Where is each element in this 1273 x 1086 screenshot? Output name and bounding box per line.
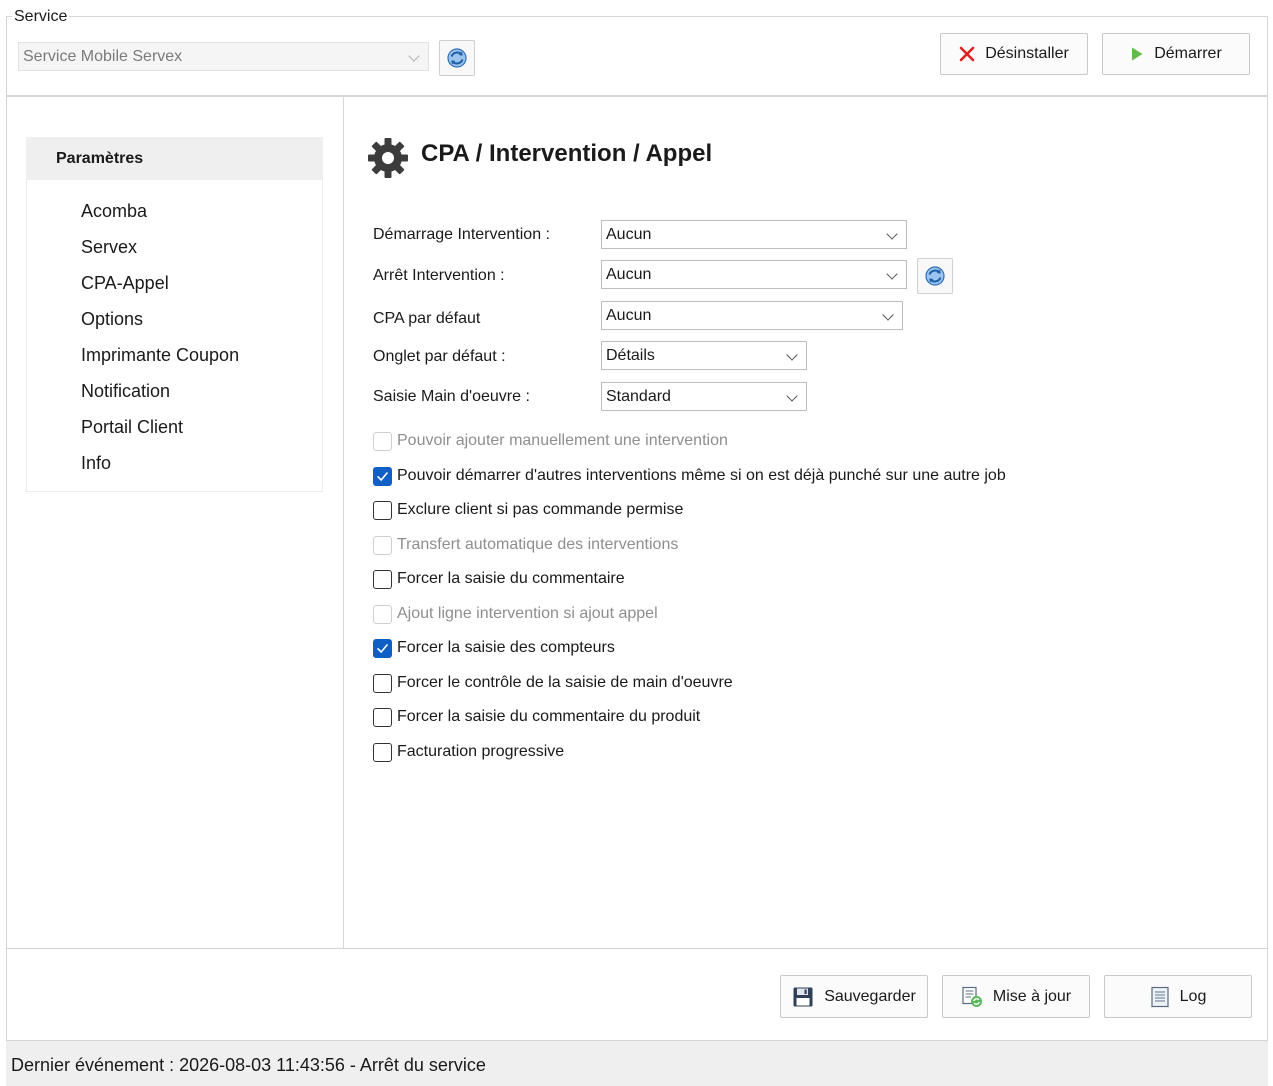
gear-icon bbox=[368, 138, 408, 178]
update-label: Mise à jour bbox=[992, 987, 1072, 1005]
log-label: Log bbox=[1179, 987, 1207, 1005]
checkmark-icon bbox=[377, 471, 388, 481]
uninstall-button[interactable]: Désinstaller bbox=[940, 33, 1088, 75]
checkbox-label: Forcer le contrôle de la saisie de main … bbox=[397, 674, 733, 691]
chevron-down-icon bbox=[882, 309, 894, 321]
checkbox[interactable] bbox=[373, 569, 392, 589]
page-title: CPA / Intervention / Appel bbox=[421, 140, 713, 167]
checkbox-row-exclure-client[interactable]: Exclure client si pas commande permise bbox=[373, 499, 683, 521]
checkbox-label: Pouvoir ajouter manuellement une interve… bbox=[397, 432, 728, 449]
checkbox[interactable] bbox=[373, 742, 392, 762]
checkbox[interactable] bbox=[373, 638, 392, 658]
status-bar: Dernier événement : 2026-08-03 11:43:56 … bbox=[6, 1041, 1268, 1086]
service-select-value: Service Mobile Servex bbox=[23, 48, 183, 65]
chevron-down-icon bbox=[886, 228, 898, 240]
refresh-intervention-button[interactable] bbox=[917, 258, 953, 294]
demarrage-intervention-value: Aucun bbox=[606, 226, 652, 243]
service-select[interactable]: Service Mobile Servex bbox=[18, 42, 429, 71]
chevron-down-icon bbox=[408, 50, 420, 62]
onglet-defaut-value: Détails bbox=[606, 347, 655, 364]
service-group-label: Service bbox=[12, 8, 70, 26]
checkbox[interactable] bbox=[373, 707, 392, 727]
cpa-defaut-label: CPA par défaut bbox=[373, 310, 481, 327]
save-button[interactable]: Sauvegarder bbox=[780, 975, 928, 1018]
checkbox-row-facturation-progressive[interactable]: Facturation progressive bbox=[373, 741, 564, 763]
chevron-down-icon bbox=[886, 268, 898, 280]
chevron-down-icon bbox=[786, 349, 798, 361]
refresh-service-button[interactable] bbox=[439, 40, 475, 76]
checkmark-icon bbox=[377, 643, 388, 653]
arret-intervention-select[interactable]: Aucun bbox=[601, 260, 907, 289]
saisie-main-oeuvre-select[interactable]: Standard bbox=[601, 382, 807, 411]
sidebar-item-notification[interactable]: Notification bbox=[81, 381, 170, 402]
chevron-down-icon bbox=[786, 390, 798, 402]
checkbox bbox=[373, 431, 392, 451]
checkbox-label: Facturation progressive bbox=[397, 743, 565, 760]
play-icon bbox=[1132, 47, 1143, 61]
status-text: Dernier événement : 2026-08-03 11:43:56 … bbox=[11, 1055, 486, 1075]
checkbox-row-ajout-ligne-intervention: Ajout ligne intervention si ajout appel bbox=[373, 603, 658, 625]
sidebar-item-cpa-appel[interactable]: CPA-Appel bbox=[81, 273, 169, 294]
checkbox-label: Forcer la saisie du commentaire du produ… bbox=[397, 708, 701, 725]
checkbox-label: Pouvoir démarrer d'autres interventions … bbox=[397, 467, 1006, 484]
checkbox-label: Forcer la saisie des compteurs bbox=[397, 639, 615, 656]
settings-nav-header: Paramètres bbox=[26, 137, 323, 180]
sidebar-item-servex[interactable]: Servex bbox=[81, 237, 137, 258]
sidebar-item-imprimante-coupon[interactable]: Imprimante Coupon bbox=[81, 345, 239, 366]
saisie-main-oeuvre-label: Saisie Main d'oeuvre : bbox=[373, 388, 530, 405]
close-icon bbox=[959, 46, 975, 62]
start-label: Démarrer bbox=[1154, 45, 1222, 62]
arret-intervention-value: Aucun bbox=[606, 266, 652, 283]
settings-nav bbox=[26, 137, 323, 492]
save-label: Sauvegarder bbox=[824, 987, 916, 1005]
checkbox-row-forcer-compteurs[interactable]: Forcer la saisie des compteurs bbox=[373, 637, 615, 659]
floppy-disk-icon bbox=[793, 987, 813, 1006]
checkbox-label: Transfert automatique des interventions bbox=[397, 536, 679, 553]
document-refresh-icon bbox=[962, 986, 982, 1007]
sidebar-item-info[interactable]: Info bbox=[81, 453, 111, 474]
checkbox-row-forcer-commentaire[interactable]: Forcer la saisie du commentaire bbox=[373, 568, 625, 590]
checkbox-row-demarrer-autres-interventions[interactable]: Pouvoir démarrer d'autres interventions … bbox=[373, 465, 1006, 487]
checkbox-label: Forcer la saisie du commentaire bbox=[397, 570, 625, 587]
sidebar-item-options[interactable]: Options bbox=[81, 309, 143, 330]
checkbox-label: Exclure client si pas commande permise bbox=[397, 501, 684, 518]
checkbox-label: Ajout ligne intervention si ajout appel bbox=[397, 605, 658, 622]
sidebar-item-portail-client[interactable]: Portail Client bbox=[81, 417, 183, 438]
checkbox[interactable] bbox=[373, 500, 392, 520]
cpa-defaut-value: Aucun bbox=[606, 307, 652, 324]
checkbox-row-forcer-commentaire-produit[interactable]: Forcer la saisie du commentaire du produ… bbox=[373, 706, 700, 728]
uninstall-label: Désinstaller bbox=[985, 45, 1069, 62]
refresh-icon bbox=[447, 48, 467, 68]
checkbox[interactable] bbox=[373, 466, 392, 486]
checkbox bbox=[373, 604, 392, 624]
onglet-defaut-label: Onglet par défaut : bbox=[373, 348, 506, 365]
onglet-defaut-select[interactable]: Détails bbox=[601, 341, 807, 370]
start-button[interactable]: Démarrer bbox=[1102, 33, 1250, 75]
update-button[interactable]: Mise à jour bbox=[942, 975, 1090, 1018]
checkbox[interactable] bbox=[373, 673, 392, 693]
refresh-icon bbox=[925, 266, 945, 286]
log-button[interactable]: Log bbox=[1104, 975, 1252, 1018]
checkbox-row-forcer-controle-main-oeuvre[interactable]: Forcer le contrôle de la saisie de main … bbox=[373, 672, 733, 694]
sidebar-item-acomba[interactable]: Acomba bbox=[81, 201, 147, 222]
checkbox bbox=[373, 535, 392, 555]
demarrage-intervention-label: Démarrage Intervention : bbox=[373, 226, 550, 243]
cpa-defaut-select[interactable]: Aucun bbox=[601, 301, 903, 330]
saisie-main-oeuvre-value: Standard bbox=[606, 388, 671, 405]
demarrage-intervention-select[interactable]: Aucun bbox=[601, 220, 907, 249]
checkbox-row-ajouter-intervention: Pouvoir ajouter manuellement une interve… bbox=[373, 430, 728, 452]
arret-intervention-label: Arrêt Intervention : bbox=[373, 267, 505, 284]
checkbox-row-transfert-automatique: Transfert automatique des interventions bbox=[373, 534, 678, 556]
log-document-icon bbox=[1151, 986, 1169, 1007]
